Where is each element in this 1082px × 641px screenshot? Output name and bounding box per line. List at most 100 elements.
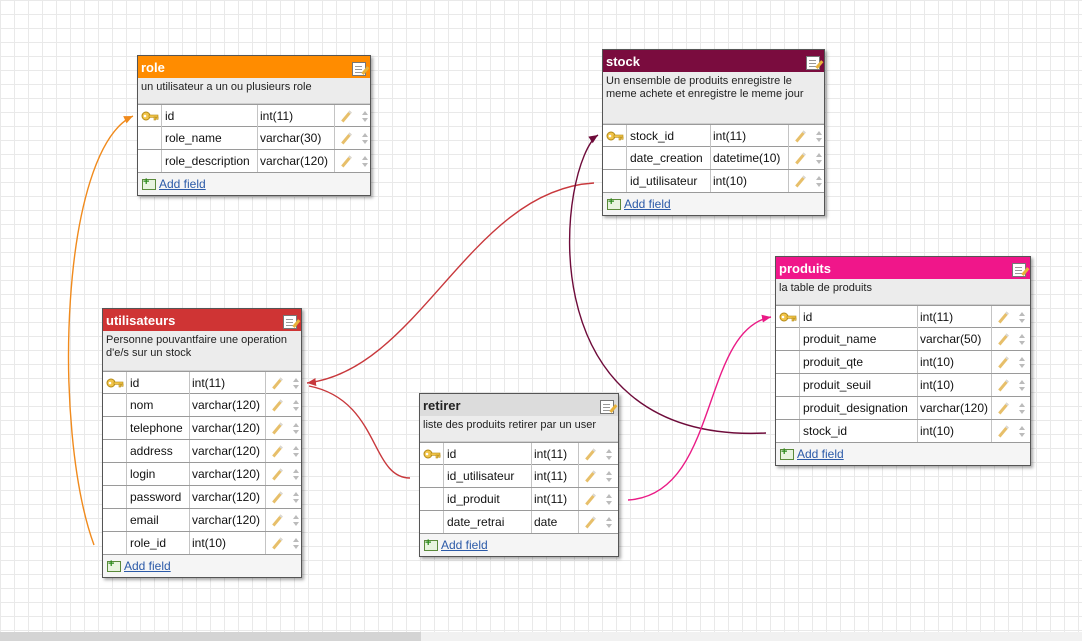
- field-name[interactable]: role_id: [128, 532, 190, 554]
- up-down-arrows-icon[interactable]: [293, 377, 299, 389]
- pencil-icon[interactable]: [585, 516, 596, 528]
- field-row[interactable]: role_name varchar(30): [138, 127, 370, 150]
- field-name[interactable]: id_utilisateur: [445, 465, 532, 487]
- table-produits[interactable]: produits la table de produits id int(11) p…: [775, 256, 1031, 466]
- horizontal-scrollbar-thumb[interactable]: [0, 632, 421, 641]
- table-header[interactable]: stock: [603, 50, 824, 72]
- field-row[interactable]: address varchar(120): [103, 440, 301, 463]
- up-down-arrows-icon[interactable]: [816, 152, 822, 164]
- up-down-arrows-icon[interactable]: [606, 493, 612, 505]
- field-name[interactable]: telephone: [128, 417, 190, 439]
- edit-table-icon[interactable]: [1012, 262, 1026, 277]
- field-name[interactable]: produit_designation: [801, 397, 918, 419]
- field-row[interactable]: login varchar(120): [103, 463, 301, 486]
- add-field-icon[interactable]: [780, 446, 794, 460]
- add-field-link[interactable]: Add field: [624, 197, 671, 211]
- field-name[interactable]: produit_name: [801, 328, 918, 350]
- pencil-icon[interactable]: [341, 110, 352, 122]
- add-field-link[interactable]: Add field: [797, 447, 844, 461]
- up-down-arrows-icon[interactable]: [606, 448, 612, 460]
- field-row[interactable]: id int(11): [420, 442, 618, 465]
- pencil-icon[interactable]: [795, 130, 806, 142]
- pencil-icon[interactable]: [585, 448, 596, 460]
- up-down-arrows-icon[interactable]: [362, 132, 368, 144]
- up-down-arrows-icon[interactable]: [816, 175, 822, 187]
- edit-table-icon[interactable]: [600, 399, 614, 414]
- field-type[interactable]: varchar(120): [190, 509, 266, 531]
- field-row[interactable]: date_retrai date: [420, 511, 618, 534]
- field-name[interactable]: login: [128, 463, 190, 485]
- up-down-arrows-icon[interactable]: [362, 110, 368, 122]
- add-field-link[interactable]: Add field: [124, 559, 171, 573]
- field-name[interactable]: role_name: [163, 127, 258, 149]
- link-stock-id_utilisateur-to-utilisateurs-id[interactable]: [306, 182, 595, 386]
- table-header[interactable]: retirer: [420, 394, 618, 416]
- field-type[interactable]: varchar(120): [918, 397, 992, 419]
- table-stock[interactable]: stock Un ensemble de produits enregistre…: [602, 49, 825, 216]
- pencil-icon[interactable]: [795, 175, 806, 187]
- add-field-icon[interactable]: [107, 558, 121, 572]
- up-down-arrows-icon[interactable]: [1019, 333, 1025, 345]
- pencil-icon[interactable]: [998, 379, 1009, 391]
- table-header[interactable]: role: [138, 56, 370, 78]
- field-type[interactable]: int(11): [918, 306, 992, 328]
- field-row[interactable]: role_description varchar(120): [138, 150, 370, 173]
- field-row[interactable]: email varchar(120): [103, 509, 301, 532]
- field-row[interactable]: nom varchar(120): [103, 394, 301, 417]
- pencil-icon[interactable]: [272, 422, 283, 434]
- field-type[interactable]: varchar(50): [918, 328, 992, 350]
- field-name[interactable]: produit_qte: [801, 351, 918, 373]
- edit-table-icon[interactable]: [283, 314, 297, 329]
- field-name[interactable]: date_creation: [628, 147, 711, 169]
- field-row[interactable]: id_utilisateur int(10): [603, 170, 824, 193]
- field-type[interactable]: varchar(120): [190, 417, 266, 439]
- field-name[interactable]: email: [128, 509, 190, 531]
- field-row[interactable]: telephone varchar(120): [103, 417, 301, 440]
- field-row[interactable]: id_produit int(11): [420, 488, 618, 511]
- field-type[interactable]: date: [532, 511, 579, 533]
- up-down-arrows-icon[interactable]: [606, 470, 612, 482]
- pencil-icon[interactable]: [272, 514, 283, 526]
- field-name[interactable]: id_utilisateur: [628, 170, 711, 192]
- up-down-arrows-icon[interactable]: [293, 445, 299, 457]
- link-retirer-id_utilisateur-to-utilisateurs-id[interactable]: [308, 385, 411, 479]
- pencil-icon[interactable]: [998, 425, 1009, 437]
- field-name[interactable]: id: [445, 443, 532, 465]
- up-down-arrows-icon[interactable]: [1019, 402, 1025, 414]
- field-name[interactable]: date_retrai: [445, 511, 532, 533]
- field-name[interactable]: stock_id: [801, 420, 918, 442]
- add-field-icon[interactable]: [142, 176, 156, 190]
- field-row[interactable]: id_utilisateur int(11): [420, 465, 618, 488]
- table-role[interactable]: role un utilisateur a un ou plusieurs ro…: [137, 55, 371, 196]
- field-type[interactable]: datetime(10): [711, 147, 789, 169]
- up-down-arrows-icon[interactable]: [293, 491, 299, 503]
- up-down-arrows-icon[interactable]: [1019, 311, 1025, 323]
- field-type[interactable]: int(11): [532, 443, 579, 465]
- table-retirer[interactable]: retirer liste des produits retirer par u…: [419, 393, 619, 557]
- field-type[interactable]: int(11): [532, 488, 579, 510]
- field-type[interactable]: varchar(120): [190, 486, 266, 508]
- field-name[interactable]: role_description: [163, 150, 258, 172]
- field-type[interactable]: int(10): [711, 170, 789, 192]
- field-type[interactable]: int(10): [918, 374, 992, 396]
- pencil-icon[interactable]: [272, 537, 283, 549]
- field-name[interactable]: id: [801, 306, 918, 328]
- add-field-icon[interactable]: [607, 196, 621, 210]
- add-field-link[interactable]: Add field: [159, 177, 206, 191]
- field-row[interactable]: id int(11): [776, 305, 1030, 328]
- field-row[interactable]: date_creation datetime(10): [603, 147, 824, 170]
- pencil-icon[interactable]: [585, 470, 596, 482]
- field-type[interactable]: int(11): [190, 372, 266, 394]
- up-down-arrows-icon[interactable]: [606, 516, 612, 528]
- field-type[interactable]: int(10): [918, 420, 992, 442]
- field-name[interactable]: address: [128, 440, 190, 462]
- pencil-icon[interactable]: [341, 132, 352, 144]
- table-utilisateurs[interactable]: utilisateurs Personne pouvantfaire une o…: [102, 308, 302, 578]
- up-down-arrows-icon[interactable]: [293, 422, 299, 434]
- field-row[interactable]: stock_id int(10): [776, 420, 1030, 443]
- pencil-icon[interactable]: [272, 468, 283, 480]
- field-name[interactable]: nom: [128, 394, 190, 416]
- field-name[interactable]: password: [128, 486, 190, 508]
- pencil-icon[interactable]: [998, 311, 1009, 323]
- field-row[interactable]: produit_name varchar(50): [776, 328, 1030, 351]
